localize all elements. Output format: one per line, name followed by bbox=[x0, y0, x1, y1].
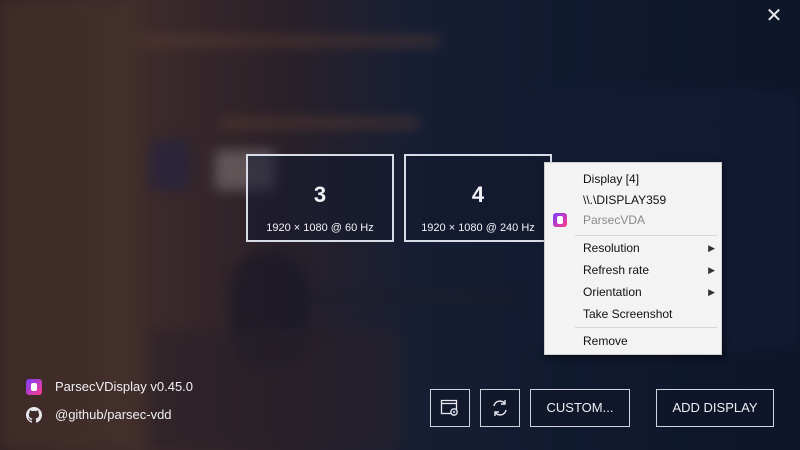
window-settings-icon bbox=[440, 399, 458, 416]
menu-item-label: Refresh rate bbox=[583, 263, 650, 277]
menu-item-label: Orientation bbox=[583, 285, 642, 299]
custom-button[interactable]: CUSTOM... bbox=[530, 389, 630, 427]
display-settings-button[interactable] bbox=[430, 389, 470, 427]
menu-item-orientation[interactable]: Orientation ▶ bbox=[545, 282, 721, 302]
display-mode: 1920 × 1080 @ 240 Hz bbox=[421, 222, 535, 234]
github-link-label: @github/parsec-vdd bbox=[55, 407, 172, 422]
menu-item-take-screenshot[interactable]: Take Screenshot bbox=[545, 304, 721, 324]
refresh-button[interactable] bbox=[480, 389, 520, 427]
parsec-vdisplay-icon bbox=[553, 213, 567, 227]
refresh-icon bbox=[493, 400, 507, 416]
display-number: 3 bbox=[313, 182, 327, 207]
menu-separator bbox=[575, 327, 717, 328]
menu-header-device: ParsecVDA bbox=[545, 210, 721, 230]
app-name: ParsecVDisplay v0.45.0 bbox=[55, 379, 194, 394]
menu-device-label: ParsecVDA bbox=[583, 213, 646, 227]
display-number: 4 bbox=[471, 182, 485, 207]
menu-item-resolution[interactable]: Resolution ▶ bbox=[545, 238, 721, 258]
add-display-button[interactable]: ADD DISPLAY bbox=[656, 389, 774, 427]
submenu-arrow-icon: ▶ bbox=[708, 243, 715, 253]
menu-item-refresh-rate[interactable]: Refresh rate ▶ bbox=[545, 260, 721, 280]
github-icon bbox=[26, 407, 42, 423]
close-icon[interactable]: ✕ bbox=[764, 6, 784, 26]
display-tile-3[interactable]: 3 1920 × 1080 @ 60 Hz bbox=[246, 154, 394, 242]
display-mode: 1920 × 1080 @ 60 Hz bbox=[266, 222, 374, 234]
menu-header-title: Display [4] bbox=[583, 172, 640, 186]
parsec-vdisplay-icon bbox=[26, 379, 42, 395]
submenu-arrow-icon: ▶ bbox=[708, 287, 715, 297]
menu-header-path: \\.\DISPLAY359 bbox=[583, 193, 667, 207]
menu-separator bbox=[575, 235, 717, 236]
submenu-arrow-icon: ▶ bbox=[708, 265, 715, 275]
menu-item-label: Take Screenshot bbox=[583, 307, 673, 321]
menu-item-remove[interactable]: Remove bbox=[545, 331, 721, 351]
display-context-menu: Display [4] \\.\DISPLAY359 ParsecVDA Res… bbox=[544, 162, 722, 355]
menu-item-label: Remove bbox=[583, 334, 628, 348]
display-tile-4[interactable]: 4 1920 × 1080 @ 240 Hz bbox=[404, 154, 552, 242]
menu-item-label: Resolution bbox=[583, 241, 640, 255]
app-window: ✕ 3 1920 × 1080 @ 60 Hz 4 1920 × 1080 @ … bbox=[0, 0, 800, 450]
github-link[interactable]: @github/parsec-vdd bbox=[26, 407, 226, 423]
